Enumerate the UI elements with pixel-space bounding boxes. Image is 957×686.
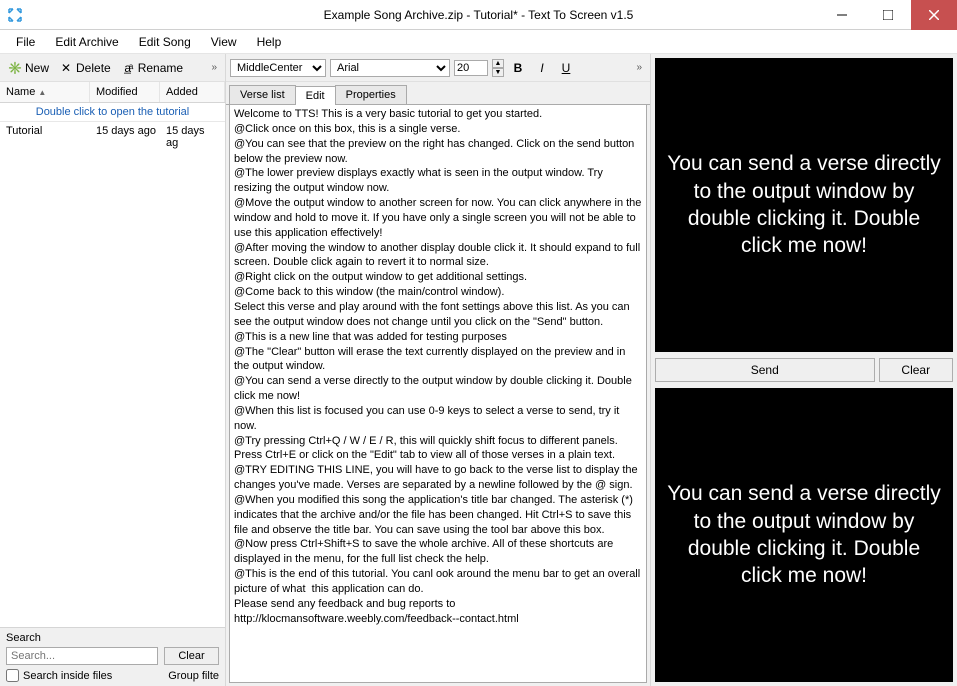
underline-button[interactable]: U	[556, 58, 576, 78]
left-toolbar: ✳️ New ✕ Delete a̲ͣ Rename »	[0, 54, 225, 82]
delete-icon: ✕	[59, 61, 73, 75]
col-modified[interactable]: Modified	[90, 82, 160, 102]
right-panel: You can send a verse directly to the out…	[651, 54, 957, 686]
list-header: Name ▲ Modified Added	[0, 82, 225, 103]
menu-file[interactable]: File	[8, 32, 43, 52]
rename-label: Rename	[138, 61, 183, 75]
clear-button[interactable]: Clear	[879, 358, 954, 382]
search-clear-button[interactable]: Clear	[164, 647, 219, 665]
song-list[interactable]: Double click to open the tutorial Tutori…	[0, 103, 225, 628]
menu-view[interactable]: View	[203, 32, 245, 52]
editor-tabs: Verse list Edit Properties	[226, 82, 650, 105]
send-button[interactable]: Send	[655, 358, 875, 382]
close-button[interactable]	[911, 0, 957, 30]
italic-button[interactable]: I	[532, 58, 552, 78]
new-label: New	[25, 61, 49, 75]
title-bar: Example Song Archive.zip - Tutorial* - T…	[0, 0, 957, 30]
search-label: Search	[6, 632, 219, 644]
editor-textarea[interactable]: Welcome to TTS! This is a very basic tut…	[229, 105, 647, 683]
delete-label: Delete	[76, 61, 111, 75]
sort-asc-icon: ▲	[38, 88, 46, 97]
tab-verse-list[interactable]: Verse list	[229, 85, 296, 104]
list-item[interactable]: Tutorial 15 days ago 15 days ag	[0, 122, 225, 152]
new-button[interactable]: ✳️ New	[4, 59, 53, 77]
font-size-spinner[interactable]: ▲▼	[492, 59, 504, 77]
search-inside-files-checkbox[interactable]: Search inside files	[6, 669, 112, 682]
tab-properties[interactable]: Properties	[335, 85, 407, 104]
menu-bar: File Edit Archive Edit Song View Help	[0, 30, 957, 54]
spin-down-icon[interactable]: ▼	[492, 68, 504, 77]
window-title: Example Song Archive.zip - Tutorial* - T…	[0, 8, 957, 22]
format-overflow-icon[interactable]: »	[632, 62, 646, 73]
maximize-button[interactable]	[865, 0, 911, 30]
col-name[interactable]: Name ▲	[0, 82, 90, 102]
delete-button[interactable]: ✕ Delete	[55, 59, 115, 77]
new-icon: ✳️	[8, 61, 22, 75]
search-block: Search Clear Search inside files Group f…	[0, 628, 225, 686]
left-panel: ✳️ New ✕ Delete a̲ͣ Rename » Name ▲ Modi…	[0, 54, 226, 686]
minimize-button[interactable]	[819, 0, 865, 30]
app-icon	[0, 0, 30, 30]
preview-lower-text: You can send a verse directly to the out…	[667, 480, 941, 589]
tab-edit[interactable]: Edit	[295, 86, 336, 105]
toolbar-overflow-icon[interactable]: »	[207, 62, 221, 73]
font-select[interactable]: Arial	[330, 59, 450, 77]
font-size-input[interactable]	[454, 60, 488, 76]
menu-help[interactable]: Help	[249, 32, 290, 52]
middle-panel: MiddleCenter Arial ▲▼ B I U » Verse list…	[226, 54, 651, 686]
menu-edit-song[interactable]: Edit Song	[131, 32, 199, 52]
format-toolbar: MiddleCenter Arial ▲▼ B I U »	[226, 54, 650, 82]
alignment-select[interactable]: MiddleCenter	[230, 59, 326, 77]
list-hint: Double click to open the tutorial	[0, 103, 225, 122]
preview-upper[interactable]: You can send a verse directly to the out…	[655, 58, 953, 352]
spin-up-icon[interactable]: ▲	[492, 59, 504, 68]
group-filter-link[interactable]: Group filte	[168, 670, 219, 682]
rename-icon: a̲ͣ	[121, 61, 135, 75]
row-modified: 15 days ago	[96, 125, 166, 149]
col-added[interactable]: Added	[160, 82, 225, 102]
row-name: Tutorial	[6, 125, 96, 149]
rename-button[interactable]: a̲ͣ Rename	[117, 59, 187, 77]
bold-button[interactable]: B	[508, 58, 528, 78]
preview-upper-text: You can send a verse directly to the out…	[667, 150, 941, 259]
preview-lower[interactable]: You can send a verse directly to the out…	[655, 388, 953, 682]
search-input[interactable]	[6, 647, 158, 665]
row-added: 15 days ag	[166, 125, 219, 149]
menu-edit-archive[interactable]: Edit Archive	[47, 32, 126, 52]
